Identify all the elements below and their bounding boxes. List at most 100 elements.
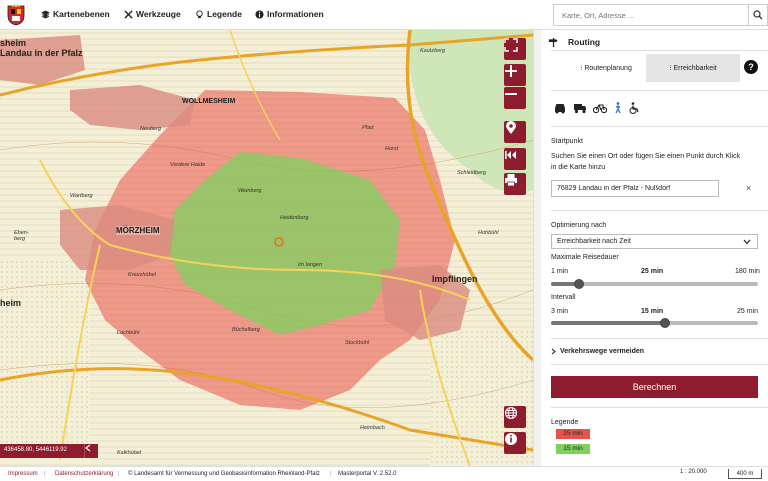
info-icon [505,433,517,445]
map-label-place: Weinberg [238,188,262,194]
map-label-place: Kreuzhübel [128,272,156,278]
map-label-place: Stockbühl [345,340,370,346]
map-label-town: WOLLMESHEIM [182,98,236,105]
reisedauer-slider[interactable] [551,279,758,289]
reisedauer-min: 1 min [551,268,569,275]
search-button[interactable] [749,4,768,26]
routing-panel: Routing ⁝ Routenplanung ⁝ Erreichbarkeit ?… [541,30,768,466]
reisedauer-max: 180 min [735,268,760,275]
reisedauer-current: 25 min [641,268,663,275]
map-label-place: Büchelberg [232,327,260,333]
impressum-link[interactable]: Impressum [8,471,38,477]
map-label-town: heim [0,298,22,308]
print-button[interactable] [504,173,526,195]
reisedauer-value: 25 min [641,268,664,275]
optimierung-select[interactable]: Erreichbarkeit nach Zeit [551,234,758,249]
language-button[interactable] [504,406,526,428]
menu-label: Werkzeuge [136,9,181,19]
locate-button[interactable] [504,121,526,143]
search-icon [753,10,763,20]
clear-start-button[interactable]: × [746,183,751,193]
legend-15-min: 15 min [556,444,590,454]
slider-thumb[interactable] [573,279,584,289]
legend-25-min: 25 min [556,429,590,439]
panel-resize-handle[interactable] [533,30,541,466]
panel-header: Routing [549,37,600,47]
collapse-coordinates-button[interactable] [84,444,98,458]
bicycle-icon[interactable] [593,102,607,114]
intervall-current: 15 min [641,308,663,315]
intervall-min: 3 min [551,308,569,315]
slider-fill [551,321,665,325]
map-label-place: Lochbühl [117,330,140,336]
map-label-place: Neuberg [140,126,162,132]
plus-icon [505,65,517,77]
car-icon[interactable] [553,102,567,114]
optimierung-value: Erreichbarkeit nach Zeit [557,238,631,245]
berechnen-button[interactable]: Berechnen [551,376,758,398]
intervall-label: Intervall [551,294,576,301]
tab-routenplanung[interactable]: ⁝ Routenplanung [559,54,653,82]
layers-icon [41,9,50,19]
map-label-place: Vordere Haide [170,162,206,168]
start-point-input[interactable] [551,180,719,197]
datenschutz-link[interactable]: Datenschutzerklärung [55,471,113,477]
menu-label: Legende [207,9,242,19]
startpunkt-hint: Suchen Sie einen Ort oder fügen Sie eine… [551,153,741,171]
coordinate-display: 436458.80, 5446119.92 [0,444,98,458]
map-label-place: Heidenberg [280,215,309,221]
verkehrswege-vermeiden-toggle[interactable]: Verkehrswege vermeiden [551,348,644,355]
tab-label: Routenplanung [584,64,632,72]
map-label-place: Kalkhübel [117,450,142,456]
help-button[interactable]: ? [744,60,758,74]
rewind-icon [505,151,516,159]
info-icon [255,9,264,19]
zoom-in-button[interactable] [504,64,526,86]
panel-title: Routing [568,37,601,47]
search-input[interactable] [553,4,749,26]
info-button[interactable] [504,432,526,454]
coordinate-value: 436458.80, 5446119.92 [4,447,67,453]
menu-label: Informationen [267,9,324,19]
map-label-place: Schleidberg [457,170,487,176]
minus-icon [505,93,517,95]
fullscreen-button[interactable] [504,38,526,60]
map-label-town: sheim [0,38,27,48]
version-text: Masterportal V. 2.52.0 [338,471,397,477]
map-canvas [0,30,533,466]
map-label-place: Im langen [298,262,323,268]
menu-kartenebenen[interactable]: Kartenebenen [41,9,110,19]
chevron-right-icon [551,348,556,355]
top-bar: Kartenebenen Werkzeuge Legende Informati… [0,0,768,30]
copyright-text: © Landesamt für Vermessung und Geobasisi… [128,471,320,477]
location-pin-icon [506,121,516,134]
slider-thumb[interactable] [659,318,670,328]
menu-werkzeuge[interactable]: Werkzeuge [124,9,181,19]
menu-legende[interactable]: Legende [195,9,242,19]
printer-icon [505,174,517,187]
map-label-place: Kautzberg [420,48,446,54]
chevron-down-icon [743,239,751,245]
zoom-out-button[interactable] [504,87,526,109]
coat-of-arms-logo [7,4,25,26]
map-label-town: Impflingen [432,274,478,284]
avoid-label: Verkehrswege vermeiden [560,348,645,355]
map-view[interactable]: sheim Landau in der Pfalz WOLLMESHEIM MÖ… [0,30,533,466]
map-label-place: Heimbach [360,425,385,431]
intervall-slider[interactable] [551,318,758,328]
startpunkt-label: Startpunkt [551,138,583,145]
truck-icon[interactable] [573,102,587,114]
menu-label: Kartenebenen [53,9,110,19]
map-label-place: Pfad [362,125,374,131]
menu-informationen[interactable]: Informationen [255,9,324,19]
map-label-place: Horst [385,146,399,152]
pedestrian-icon[interactable] [611,102,625,114]
legend-title: Legende [551,419,579,426]
footer: Impressum | Datenschutzerklärung | © Lan… [0,466,768,481]
optimierung-label: Optimierung nach [551,222,607,229]
wheelchair-icon[interactable] [627,102,641,114]
tab-erreichbarkeit[interactable]: ⁝ Erreichbarkeit [646,54,740,82]
map-label-place: Hohbühl [478,230,499,236]
scale-bar: 400 m [728,469,762,479]
start-view-button[interactable] [504,148,526,170]
